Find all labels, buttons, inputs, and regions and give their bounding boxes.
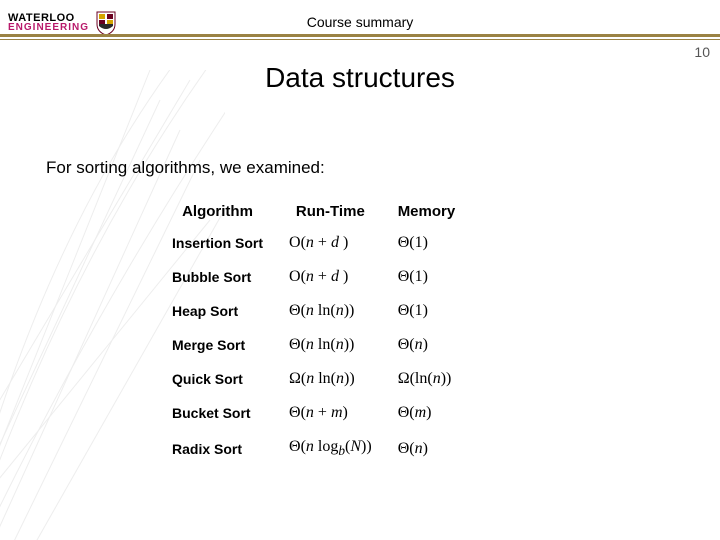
- cell-algorithm: Radix Sort: [160, 431, 275, 466]
- header: WATERLOO ENGINEERING Course summary: [0, 6, 720, 36]
- cell-algorithm: Bubble Sort: [160, 261, 275, 293]
- cell-runtime: O(n + d ): [277, 261, 384, 293]
- cell-memory: Θ(n): [386, 329, 468, 361]
- cell-memory: Θ(1): [386, 261, 468, 293]
- table-row: Merge Sort Θ(n ln(n)) Θ(n): [160, 329, 467, 361]
- table-row: Heap Sort Θ(n ln(n)) Θ(1): [160, 295, 467, 327]
- cell-algorithm: Merge Sort: [160, 329, 275, 361]
- header-label: Course summary: [0, 14, 720, 30]
- page-number: 10: [694, 44, 710, 60]
- cell-algorithm: Heap Sort: [160, 295, 275, 327]
- cell-runtime: Θ(n logb(N)): [277, 431, 384, 466]
- table-row: Bubble Sort O(n + d ) Θ(1): [160, 261, 467, 293]
- table-row: Bucket Sort Θ(n + m) Θ(m): [160, 397, 467, 429]
- cell-memory: Θ(n): [386, 431, 468, 466]
- col-runtime: Run-Time: [277, 198, 384, 225]
- cell-algorithm: Insertion Sort: [160, 227, 275, 259]
- cell-runtime: O(n + d ): [277, 227, 384, 259]
- table-row: Quick Sort Ω(n ln(n)) Ω(ln(n)): [160, 363, 467, 395]
- cell-algorithm: Quick Sort: [160, 363, 275, 395]
- page-title: Data structures: [0, 62, 720, 94]
- col-memory: Memory: [386, 198, 468, 225]
- table-header-row: Algorithm Run-Time Memory: [160, 198, 467, 225]
- cell-memory: Ω(ln(n)): [386, 363, 468, 395]
- cell-memory: Θ(1): [386, 227, 468, 259]
- table-row: Radix Sort Θ(n logb(N)) Θ(n): [160, 431, 467, 466]
- cell-memory: Θ(1): [386, 295, 468, 327]
- complexity-table: Algorithm Run-Time Memory Insertion Sort…: [158, 196, 469, 468]
- col-algorithm: Algorithm: [160, 198, 275, 225]
- cell-memory: Θ(m): [386, 397, 468, 429]
- cell-runtime: Ω(n ln(n)): [277, 363, 384, 395]
- cell-runtime: Θ(n ln(n)): [277, 295, 384, 327]
- divider: [0, 34, 720, 40]
- intro-text: For sorting algorithms, we examined:: [46, 158, 325, 178]
- table-row: Insertion Sort O(n + d ) Θ(1): [160, 227, 467, 259]
- cell-algorithm: Bucket Sort: [160, 397, 275, 429]
- cell-runtime: Θ(n ln(n)): [277, 329, 384, 361]
- cell-runtime: Θ(n + m): [277, 397, 384, 429]
- slide: WATERLOO ENGINEERING Course summary 10 D…: [0, 0, 720, 540]
